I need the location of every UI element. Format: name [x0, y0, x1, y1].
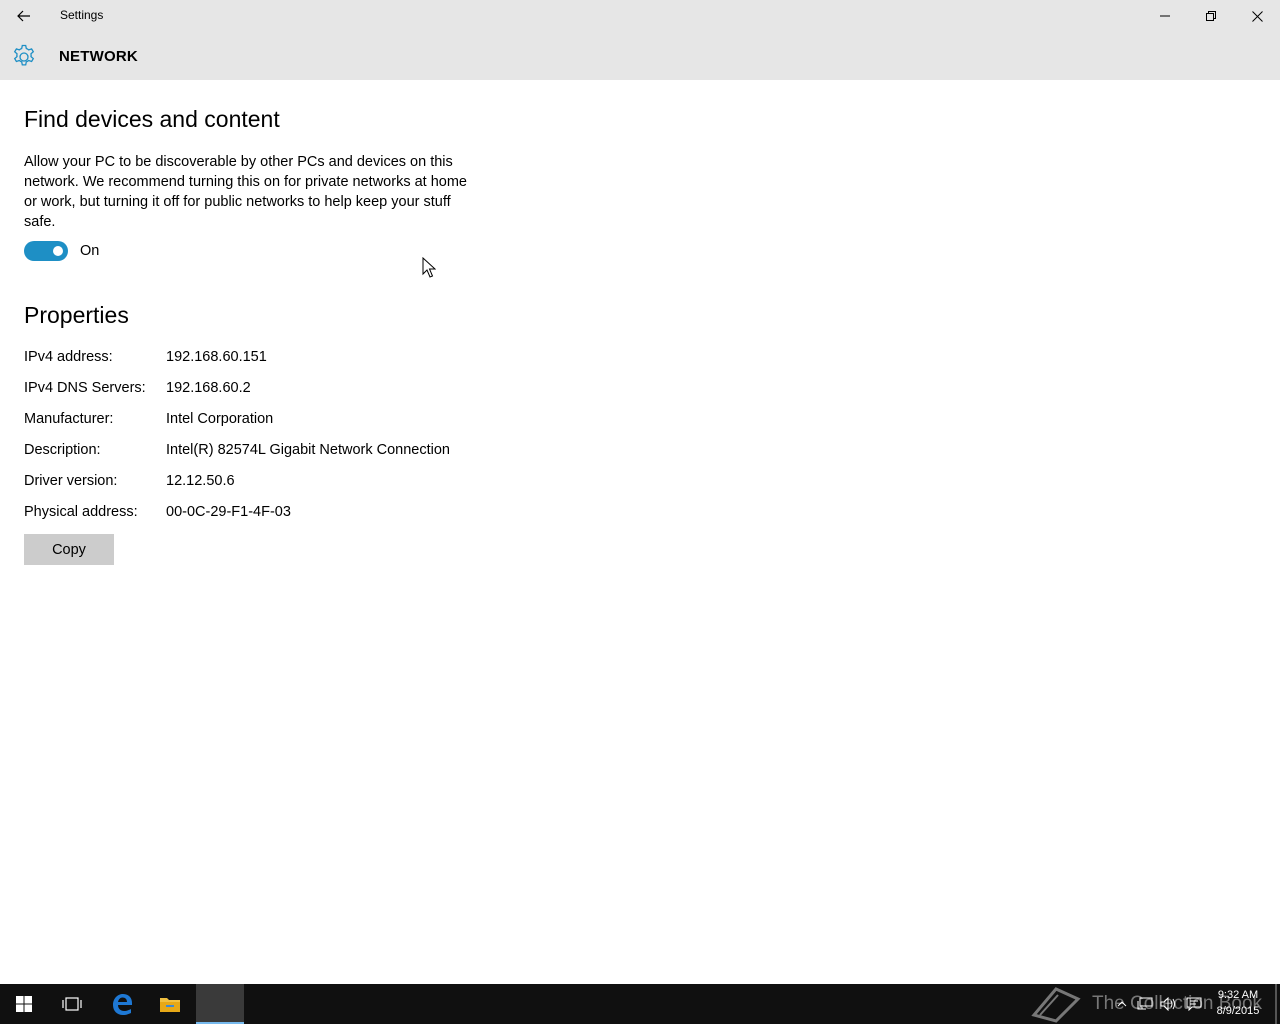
- property-value: 192.168.60.151: [166, 349, 267, 365]
- edge-browser-icon: [113, 994, 132, 1015]
- window-title: Settings: [60, 8, 104, 22]
- book-logo-icon: [1031, 987, 1081, 1023]
- minimize-icon: [1160, 15, 1170, 17]
- edge-button[interactable]: [98, 984, 146, 1024]
- file-explorer-button[interactable]: [146, 984, 194, 1024]
- find-devices-heading: Find devices and content: [24, 106, 280, 132]
- task-view-button[interactable]: [48, 984, 96, 1024]
- speaker-icon: [1160, 997, 1175, 1011]
- restore-button[interactable]: [1188, 0, 1234, 32]
- back-arrow-icon: [17, 10, 30, 22]
- clock-date: 8/9/2015: [1216, 1005, 1260, 1017]
- volume-tray-button[interactable]: [1159, 994, 1179, 1014]
- property-row-description: Description: Intel(R) 82574L Gigabit Net…: [24, 442, 624, 462]
- notification-icon: [1186, 997, 1202, 1011]
- mouse-cursor-icon: [422, 257, 436, 278]
- property-value: 192.168.60.2: [166, 380, 251, 396]
- close-button[interactable]: [1234, 0, 1280, 32]
- taskbar-clock[interactable]: 9:32 AM 8/9/2015: [1210, 987, 1266, 1019]
- restore-icon: [1206, 11, 1216, 21]
- property-label: Physical address:: [24, 504, 138, 520]
- property-row-driver: Driver version: 12.12.50.6: [24, 473, 624, 493]
- network-icon: [1137, 997, 1153, 1010]
- property-label: Description:: [24, 442, 101, 458]
- task-view-icon: [62, 997, 82, 1011]
- properties-heading: Properties: [24, 302, 129, 328]
- property-row-dns: IPv4 DNS Servers: 192.168.60.2: [24, 380, 624, 400]
- taskbar: The Collection Book 9:32 AM 8/9/2015: [0, 984, 1280, 1024]
- property-value: 12.12.50.6: [166, 473, 235, 489]
- show-desktop-button[interactable]: [1275, 984, 1277, 1024]
- toggle-knob: [53, 246, 63, 256]
- property-label: Manufacturer:: [24, 411, 114, 427]
- property-row-mac: Physical address: 00-0C-29-F1-4F-03: [24, 504, 624, 524]
- show-hidden-icons-button[interactable]: [1112, 994, 1132, 1014]
- find-devices-toggle[interactable]: [24, 241, 68, 261]
- property-value: 00-0C-29-F1-4F-03: [166, 504, 291, 520]
- back-button[interactable]: [0, 0, 48, 32]
- toggle-state-label: On: [80, 243, 100, 259]
- clock-time: 9:32 AM: [1217, 989, 1259, 1001]
- find-devices-description: Allow your PC to be discoverable by othe…: [24, 154, 467, 230]
- folder-icon: [160, 998, 180, 1012]
- gear-icon: [13, 44, 35, 66]
- settings-taskbar-button[interactable]: [196, 984, 244, 1024]
- property-value: Intel(R) 82574L Gigabit Network Connecti…: [166, 442, 450, 458]
- network-tray-button[interactable]: [1135, 994, 1155, 1014]
- windows-logo-icon: [16, 996, 32, 1012]
- property-label: IPv4 DNS Servers:: [24, 380, 146, 396]
- page-header: NETWORK: [0, 32, 1280, 80]
- property-row-manufacturer: Manufacturer: Intel Corporation: [24, 411, 624, 431]
- page-title: NETWORK: [59, 48, 138, 65]
- property-value: Intel Corporation: [166, 411, 274, 427]
- close-icon: [1251, 10, 1263, 22]
- property-label: Driver version:: [24, 473, 118, 489]
- property-label: IPv4 address:: [24, 349, 113, 365]
- start-button[interactable]: [0, 984, 48, 1024]
- property-row-ipv4: IPv4 address: 192.168.60.151: [24, 349, 624, 369]
- title-bar: Settings: [0, 0, 1280, 32]
- copy-button[interactable]: Copy: [24, 534, 114, 565]
- chevron-up-icon: [1117, 1001, 1127, 1007]
- minimize-button[interactable]: [1142, 0, 1188, 32]
- action-center-button[interactable]: [1184, 994, 1204, 1014]
